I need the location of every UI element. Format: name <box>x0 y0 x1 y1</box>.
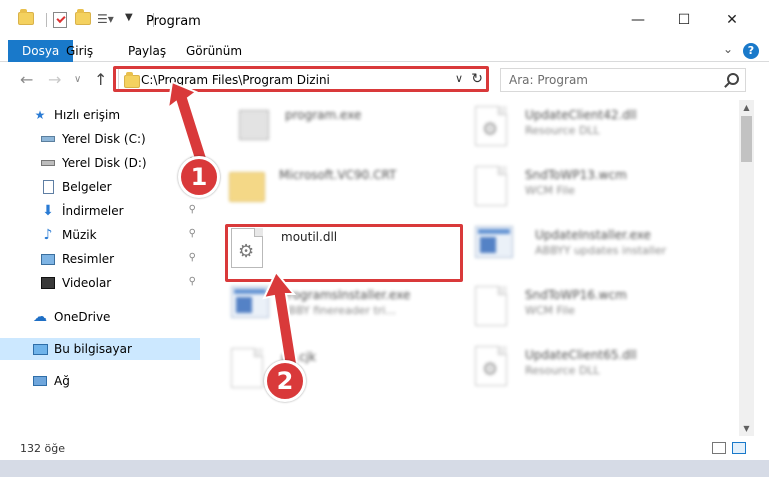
divider <box>46 13 47 27</box>
pin-icon[interactable]: ⚲ <box>189 204 196 215</box>
toolbar-dropdown-icon[interactable]: ▼ <box>125 12 141 28</box>
list-item[interactable]: ⚙ UpdateClient42.dll Resource DLL <box>475 106 715 156</box>
file-name: program.exe <box>285 108 362 122</box>
chevron-down-icon[interactable]: ⌄ <box>723 42 733 56</box>
close-button[interactable]: ✕ <box>718 8 746 32</box>
folder-icon <box>18 9 34 28</box>
scroll-thumb[interactable] <box>741 116 752 162</box>
sidebar-item-label: Bu bilgisayar <box>54 342 132 356</box>
file-name: SndToWP16.wcm <box>525 288 627 302</box>
dll-file-icon: ⚙ <box>475 106 511 146</box>
videos-icon <box>40 276 56 290</box>
star-icon: ★ <box>34 108 46 122</box>
list-item[interactable]: UpdateInstaller.exe ABBYY updates instal… <box>475 226 715 276</box>
sidebar-item-music[interactable]: ♪ Müzik ⚲ <box>0 224 200 246</box>
back-icon[interactable]: ← <box>20 70 33 89</box>
minimize-button[interactable]: — <box>624 8 652 32</box>
file-name: SndToWP13.wcm <box>525 168 627 182</box>
sidebar-item-label: Videolar <box>62 276 112 290</box>
file-type: WCM File <box>525 184 575 197</box>
sidebar-item-network[interactable]: Ağ <box>0 370 200 392</box>
search-placeholder: Ara: Program <box>509 73 588 87</box>
program-file-icon <box>235 106 271 146</box>
list-item[interactable]: Microsoft.VC90.CRT <box>229 166 469 216</box>
network-icon <box>32 374 48 388</box>
scroll-down-icon[interactable]: ▼ <box>739 421 754 436</box>
file-name: UpdateInstaller.exe <box>535 228 651 242</box>
vertical-scrollbar[interactable]: ▲ ▼ <box>739 100 754 436</box>
sidebar-item-label: Ağ <box>54 374 70 388</box>
tab-giris[interactable]: Giriş <box>52 40 107 62</box>
maximize-button[interactable]: ☐ <box>670 8 698 32</box>
folder-icon <box>229 166 265 206</box>
pictures-icon <box>40 252 56 266</box>
file-icon <box>475 166 511 206</box>
step-badge-2: 2 <box>264 360 306 402</box>
quick-access-toolbar: ☰▾ ▼ <box>18 9 160 30</box>
list-item[interactable]: SndToWP16.wcm WCM File <box>475 286 715 336</box>
documents-icon <box>40 180 56 194</box>
sidebar-item-label: İndirmeler <box>62 204 124 218</box>
drive-icon <box>40 156 56 170</box>
sidebar-item-this-pc[interactable]: Bu bilgisayar <box>0 338 200 360</box>
list-item[interactable]: SndToWP13.wcm WCM File <box>475 166 715 216</box>
search-input[interactable]: Ara: Program <box>500 68 746 92</box>
file-type: Resource DLL <box>525 364 600 377</box>
list-item[interactable]: program.exe <box>235 106 475 156</box>
computer-icon <box>32 342 48 356</box>
customize-toolbar-icon[interactable]: ☰▾ <box>97 12 114 28</box>
pin-icon[interactable]: ⚲ <box>189 252 196 263</box>
list-item[interactable]: ⚙ UpdateClient65.dll Resource DLL <box>475 346 715 396</box>
tab-paylas[interactable]: Paylaş <box>114 40 180 62</box>
new-folder-icon[interactable] <box>75 9 91 28</box>
sidebar-item-onedrive[interactable]: ☁ OneDrive <box>0 306 200 328</box>
sidebar-item-label: Yerel Disk (D:) <box>62 156 147 170</box>
explorer-window: ☰▾ ▼ Program — ☐ ✕ Dosya Giriş Paylaş Gö… <box>0 0 769 477</box>
sidebar-item-downloads[interactable]: ⬇ İndirmeler ⚲ <box>0 200 200 222</box>
sidebar-item-videos[interactable]: Videolar ⚲ <box>0 272 200 294</box>
recent-dropdown-icon[interactable]: ∨ <box>74 74 81 85</box>
file-type: ABBYY updates installer <box>535 244 667 257</box>
properties-icon[interactable] <box>53 12 69 28</box>
large-icons-view-icon[interactable] <box>732 442 746 454</box>
sidebar-item-label: OneDrive <box>54 310 111 324</box>
exe-file-icon <box>475 226 513 266</box>
item-count: 132 öğe <box>20 442 65 455</box>
file-icon <box>475 286 511 326</box>
drive-icon <box>40 132 56 146</box>
music-icon: ♪ <box>43 227 53 243</box>
file-name: UpdateClient42.dll <box>525 108 637 122</box>
pin-icon[interactable]: ⚲ <box>189 276 196 287</box>
sidebar-item-label: Resimler <box>62 252 115 266</box>
file-type: Resource DLL <box>525 124 600 137</box>
file-type: WCM File <box>525 304 575 317</box>
cloud-icon: ☁ <box>33 309 47 325</box>
file-name: UpdateClient65.dll <box>525 348 637 362</box>
up-icon[interactable]: ↑ <box>94 70 107 89</box>
pin-icon[interactable]: ⚲ <box>189 228 196 239</box>
taskbar-edge <box>0 460 769 477</box>
forward-icon[interactable]: → <box>48 70 61 89</box>
sidebar-item-label: Yerel Disk (C:) <box>62 132 146 146</box>
download-icon: ⬇ <box>42 203 54 219</box>
status-bar: 132 öğe <box>0 438 769 460</box>
window-title: Program <box>146 14 201 29</box>
search-icon <box>727 73 739 85</box>
sidebar-item-label: Müzik <box>62 228 97 242</box>
step-badge-1: 1 <box>178 156 220 198</box>
sidebar-item-label: Hızlı erişim <box>54 108 121 122</box>
sidebar-item-label: Belgeler <box>62 180 112 194</box>
file-name: Microsoft.VC90.CRT <box>279 168 397 182</box>
dll-file-icon: ⚙ <box>475 346 511 386</box>
scroll-up-icon[interactable]: ▲ <box>739 100 754 115</box>
sidebar-item-pictures[interactable]: Resimler ⚲ <box>0 248 200 270</box>
help-icon[interactable]: ? <box>743 43 759 59</box>
details-view-icon[interactable] <box>712 442 726 454</box>
tab-gorunum[interactable]: Görünüm <box>172 40 256 62</box>
ribbon-tabs: Dosya Giriş Paylaş Görünüm ⌄ ? <box>0 40 769 62</box>
title-bar: ☰▾ ▼ Program — ☐ ✕ <box>0 0 769 40</box>
